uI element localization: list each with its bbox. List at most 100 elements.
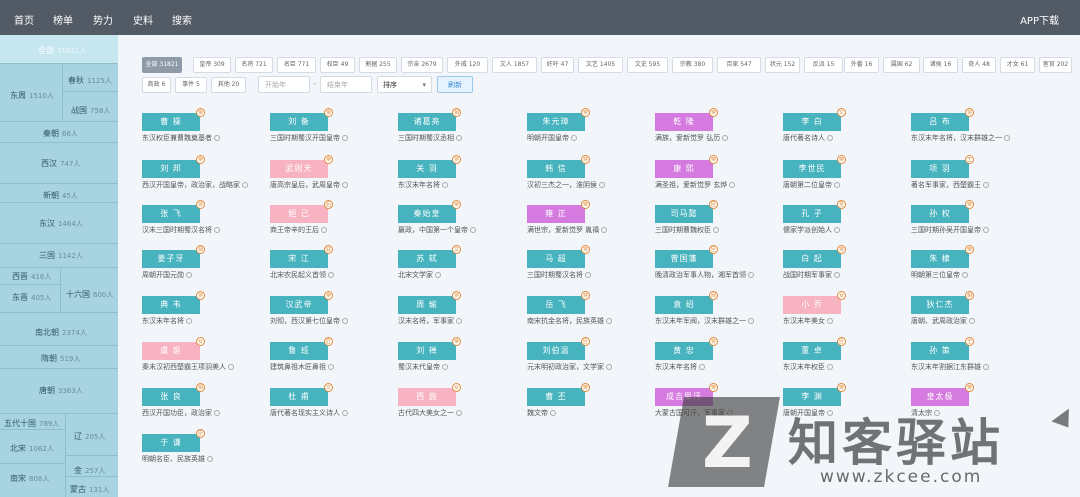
person-card[interactable]: 诸葛亮相三国时期蜀汉丞相 bbox=[398, 108, 523, 142]
person-card[interactable]: 曾国藩臣晚清政治军事人物，湘军首领 bbox=[655, 245, 780, 279]
more-info-icon[interactable] bbox=[442, 182, 448, 188]
person-name[interactable]: 刘 邦 bbox=[142, 160, 200, 178]
more-info-icon[interactable] bbox=[585, 272, 591, 278]
person-card[interactable]: 刘 备帝三国时期蜀汉开国皇帝 bbox=[270, 108, 395, 142]
person-card[interactable]: 曹 操帝东汉权臣兼曹魏奠基者 bbox=[142, 108, 267, 142]
person-name[interactable]: 武则天 bbox=[270, 160, 328, 178]
app-download-link[interactable]: APP下载 bbox=[1020, 12, 1059, 27]
filter-tag[interactable]: 文人 1857 bbox=[492, 57, 537, 73]
person-name[interactable]: 吕 布 bbox=[911, 113, 969, 131]
person-card[interactable]: 张 良相西汉开国功臣，政治家 bbox=[142, 383, 267, 417]
person-card[interactable]: 康 熙帝满圣祖，爱新觉罗 玄烨 bbox=[655, 155, 780, 189]
person-name[interactable]: 杜 甫 bbox=[270, 388, 328, 406]
filter-tag[interactable]: 权臣 49 bbox=[320, 57, 355, 73]
person-name[interactable]: 妲 己 bbox=[270, 205, 328, 223]
nav-home[interactable]: 首页 bbox=[14, 12, 34, 27]
filter-tag[interactable]: 文艺 1405 bbox=[578, 57, 623, 73]
person-card[interactable]: 虞 姬女秦末汉初西楚霸王项羽美人 bbox=[142, 337, 267, 371]
person-name[interactable]: 典 韦 bbox=[142, 296, 200, 314]
person-name[interactable]: 汉武帝 bbox=[270, 296, 328, 314]
person-name[interactable]: 韩 信 bbox=[527, 160, 585, 178]
more-info-icon[interactable] bbox=[456, 410, 462, 416]
filter-tag[interactable]: 宦官 202 bbox=[1039, 57, 1072, 73]
person-name[interactable]: 袁 绍 bbox=[655, 296, 713, 314]
person-name[interactable]: 虞 姬 bbox=[142, 342, 200, 360]
more-info-icon[interactable] bbox=[729, 182, 736, 188]
more-info-icon[interactable] bbox=[328, 364, 334, 370]
era-item[interactable]: 西晋 416人 bbox=[12, 271, 51, 282]
era-item[interactable]: 北宋 1062人 bbox=[10, 443, 54, 454]
filter-tag[interactable]: 其他 20 bbox=[211, 77, 246, 93]
more-info-icon[interactable] bbox=[834, 272, 840, 278]
more-info-icon[interactable] bbox=[342, 318, 348, 324]
more-info-icon[interactable] bbox=[207, 456, 213, 462]
nav-forces[interactable]: 势力 bbox=[93, 12, 113, 27]
filter-tag[interactable]: 文史 595 bbox=[627, 57, 668, 73]
person-card[interactable]: 李 白文唐代著名诗人 bbox=[783, 108, 908, 142]
era-item[interactable]: 战国 758人 bbox=[71, 105, 110, 116]
filter-tag[interactable]: 外番 16 bbox=[844, 57, 879, 73]
person-name[interactable]: 朱元璋 bbox=[527, 113, 585, 131]
era-item[interactable]: 三国 1142人 bbox=[39, 250, 83, 261]
more-info-icon[interactable] bbox=[214, 410, 220, 416]
person-card[interactable]: 岳 飞将南宋抗金名将，民族英雄 bbox=[527, 291, 652, 325]
person-card[interactable]: 乾 隆帝满族，爱新觉罗 弘历 bbox=[655, 108, 780, 142]
filter-tag[interactable]: 状元 152 bbox=[765, 57, 800, 73]
person-name[interactable]: 雍 正 bbox=[527, 205, 585, 223]
person-card[interactable]: 白 起将战国时期军事家 bbox=[783, 245, 908, 279]
person-name[interactable]: 曹 操 bbox=[142, 113, 200, 131]
more-info-icon[interactable] bbox=[342, 182, 348, 188]
person-card[interactable]: 狄仁杰相唐朝、武周政治家 bbox=[911, 291, 1036, 325]
person-name[interactable]: 姜子牙 bbox=[142, 250, 200, 268]
person-card[interactable]: 武则天帝唐高宗皇后，武周皇帝 bbox=[270, 155, 395, 189]
person-name[interactable]: 孙 策 bbox=[911, 342, 969, 360]
more-info-icon[interactable] bbox=[601, 227, 608, 233]
filter-tag[interactable]: 宗教 380 bbox=[672, 57, 713, 73]
filter-tag[interactable]: 外戚 120 bbox=[447, 57, 488, 73]
filter-tag[interactable]: 诸侯 16 bbox=[923, 57, 958, 73]
person-card[interactable]: 李世民帝唐朝第二位皇帝 bbox=[783, 155, 908, 189]
person-card[interactable]: 秦始皇帝嬴政，中国第一个皇帝 bbox=[398, 200, 523, 234]
more-info-icon[interactable] bbox=[186, 272, 192, 278]
filter-tag[interactable]: 百家 547 bbox=[717, 57, 761, 73]
era-item[interactable]: 蒙古 131人 bbox=[70, 484, 109, 495]
more-info-icon[interactable] bbox=[722, 135, 729, 141]
nav-history[interactable]: 史料 bbox=[133, 12, 153, 27]
person-card[interactable]: 鲁 班匠建筑鼻祖木匠鼻祖 bbox=[270, 337, 395, 371]
person-name[interactable]: 康 熙 bbox=[655, 160, 713, 178]
more-info-icon[interactable] bbox=[827, 318, 833, 324]
filter-tag[interactable]: 商政 6 bbox=[142, 77, 171, 93]
era-item[interactable]: 东晋 405人 bbox=[12, 292, 51, 303]
filter-tag[interactable]: 割据 255 bbox=[359, 57, 397, 73]
more-info-icon[interactable] bbox=[713, 227, 719, 233]
more-info-icon[interactable] bbox=[214, 135, 220, 141]
person-card[interactable]: 雍 正帝满世宗，爱新觉罗 胤禛 bbox=[527, 200, 652, 234]
person-card[interactable]: 孙 策王东汉末年割据江东群雄 bbox=[911, 337, 1036, 371]
person-name[interactable]: 李世民 bbox=[783, 160, 841, 178]
more-info-icon[interactable] bbox=[470, 227, 476, 233]
more-info-icon[interactable] bbox=[571, 135, 577, 141]
person-name[interactable]: 诸葛亮 bbox=[398, 113, 456, 131]
person-name[interactable]: 岳 飞 bbox=[527, 296, 585, 314]
person-card[interactable]: 朱元璋帝明朝开国皇帝 bbox=[527, 108, 652, 142]
filter-tag[interactable]: 奇人 48 bbox=[962, 57, 996, 73]
person-card[interactable]: 妲 己后商王帝辛的王后 bbox=[270, 200, 395, 234]
person-card[interactable]: 董 卓臣东汉末年权臣 bbox=[783, 337, 908, 371]
more-info-icon[interactable] bbox=[969, 318, 975, 324]
person-card[interactable]: 朱 棣帝明朝第三位皇帝 bbox=[911, 245, 1036, 279]
filter-tag[interactable]: 名臣 771 bbox=[277, 57, 316, 73]
person-card[interactable]: 曹 丕帝魏文帝 bbox=[527, 383, 652, 417]
era-all[interactable]: 全部 31821人 bbox=[38, 45, 86, 56]
era-item[interactable]: 东周 1510人 bbox=[10, 90, 54, 101]
person-card[interactable]: 周 瑜将汉末名将，军事家 bbox=[398, 291, 523, 325]
person-card[interactable]: 孔 子圣儒家学派创始人 bbox=[783, 200, 908, 234]
person-card[interactable]: 于 谦臣明朝名臣、民族英雄 bbox=[142, 429, 267, 463]
era-item[interactable]: 辽 205人 bbox=[74, 431, 105, 442]
person-card[interactable]: 司马懿臣三国时期曹魏权臣 bbox=[655, 200, 780, 234]
era-item[interactable]: 新朝 45人 bbox=[43, 190, 78, 201]
start-year-input[interactable]: 开始年 bbox=[258, 76, 310, 93]
era-item[interactable]: 唐朝 3363人 bbox=[39, 385, 83, 396]
refresh-button[interactable]: 刷新 bbox=[437, 76, 473, 93]
era-item[interactable]: 五代十国 789人 bbox=[4, 418, 59, 429]
person-name[interactable]: 李 白 bbox=[783, 113, 841, 131]
